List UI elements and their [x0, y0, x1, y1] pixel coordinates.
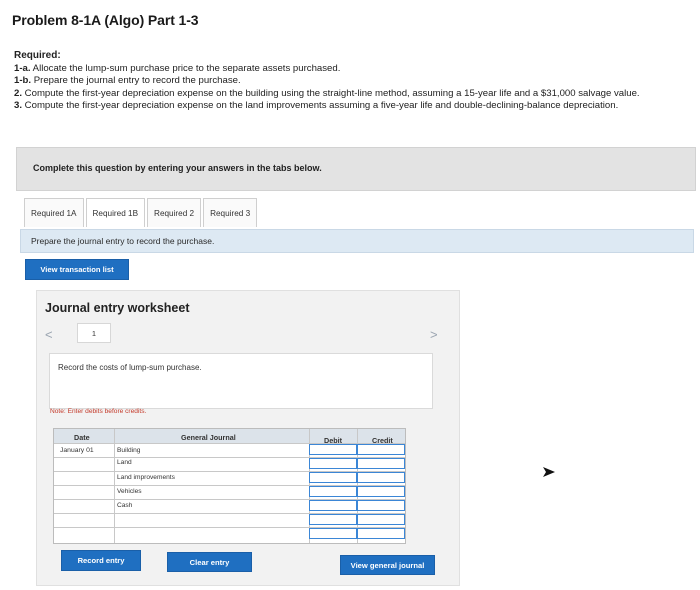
journal-table: Date General Journal Debit Credit Januar…: [53, 428, 406, 544]
date-cell[interactable]: January 01: [60, 447, 94, 454]
debit-input[interactable]: [309, 458, 357, 469]
worksheet-title: Journal entry worksheet: [45, 301, 190, 315]
requirements: Required: 1-a. Allocate the lump-sum pur…: [14, 50, 674, 112]
credit-input[interactable]: [357, 486, 405, 497]
prompt-bar: Prepare the journal entry to record the …: [20, 229, 694, 253]
view-general-journal-button[interactable]: View general journal: [340, 555, 435, 575]
debit-input[interactable]: [309, 500, 357, 511]
debit-input[interactable]: [309, 472, 357, 483]
clear-entry-button[interactable]: Clear entry: [167, 552, 252, 572]
credit-input[interactable]: [357, 458, 405, 469]
requirements-heading: Required:: [14, 50, 61, 61]
debit-input[interactable]: [309, 514, 357, 525]
tab-required-1b[interactable]: Required 1B: [85, 198, 146, 227]
prev-page-icon[interactable]: <: [45, 327, 53, 342]
credit-input[interactable]: [357, 500, 405, 511]
credit-input[interactable]: [357, 444, 405, 455]
account-cell[interactable]: Land improvements: [117, 474, 175, 481]
credit-input[interactable]: [357, 528, 405, 539]
journal-entry-worksheet: Journal entry worksheet < 1 > Record the…: [36, 290, 460, 586]
note-text: Note: Enter debits before credits.: [50, 408, 147, 415]
account-cell[interactable]: Cash: [117, 502, 132, 509]
page-title: Problem 8-1A (Algo) Part 1-3: [12, 12, 199, 28]
header-date: Date: [74, 433, 90, 442]
tab-bar: Required 1A Required 1B Required 2 Requi…: [24, 198, 259, 227]
credit-input[interactable]: [357, 514, 405, 525]
col-divider: [114, 429, 115, 543]
requirement-2: 2. Compute the first-year depreciation e…: [14, 87, 640, 99]
instructions-text: Complete this question by entering your …: [33, 163, 322, 173]
account-cell[interactable]: Building: [117, 447, 140, 454]
next-page-icon[interactable]: >: [430, 327, 438, 342]
account-cell[interactable]: Vehicles: [117, 488, 142, 495]
tab-required-2[interactable]: Required 2: [147, 198, 202, 227]
requirement-1a: 1-a. Allocate the lump-sum purchase pric…: [14, 63, 341, 75]
requirement-3: 3. Compute the first-year depreciation e…: [14, 99, 619, 111]
debit-input[interactable]: [309, 486, 357, 497]
page-tab-1[interactable]: 1: [77, 323, 111, 343]
tab-required-1a[interactable]: Required 1A: [24, 198, 84, 227]
view-transaction-list-button[interactable]: View transaction list: [25, 259, 129, 280]
account-cell[interactable]: Land: [117, 459, 132, 466]
record-instruction-box: Record the costs of lump-sum purchase.: [49, 353, 433, 409]
record-instruction-text: Record the costs of lump-sum purchase.: [58, 363, 202, 372]
instructions-box: Complete this question by entering your …: [16, 147, 696, 191]
debit-input[interactable]: [309, 444, 357, 455]
requirement-1b: 1-b. Prepare the journal entry to record…: [14, 75, 241, 87]
record-entry-button[interactable]: Record entry: [61, 550, 141, 571]
tab-required-3[interactable]: Required 3: [203, 198, 258, 227]
credit-input[interactable]: [357, 472, 405, 483]
header-general-journal: General Journal: [181, 433, 236, 442]
prompt-text: Prepare the journal entry to record the …: [31, 236, 215, 246]
debit-input[interactable]: [309, 528, 357, 539]
